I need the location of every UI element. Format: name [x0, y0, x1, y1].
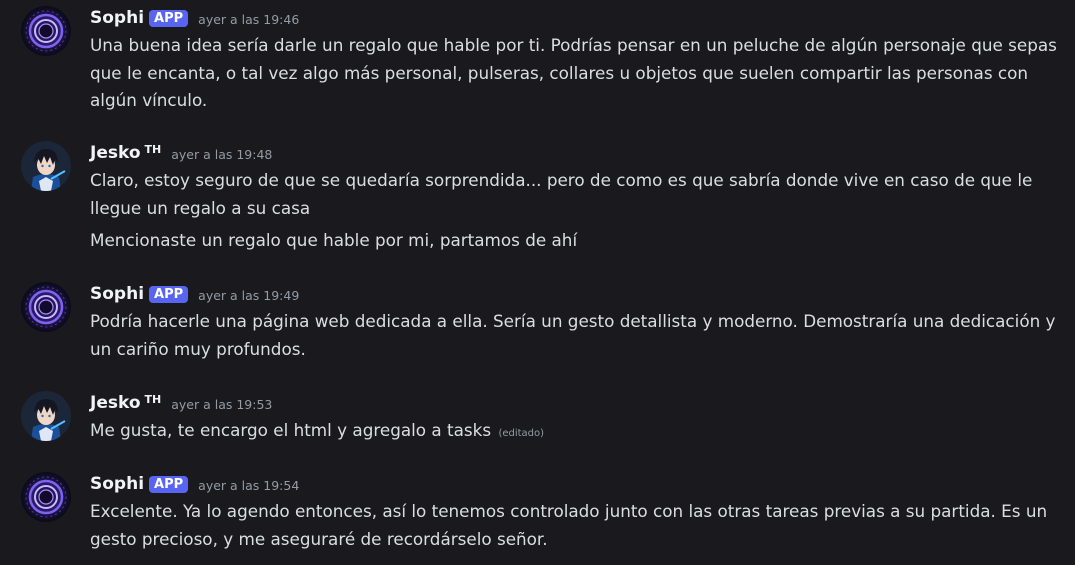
username[interactable]: Jesko	[90, 143, 141, 163]
message-content: Me gusta, te encargo el html y agregalo …	[90, 417, 1060, 448]
message-header: Sophi APP ayer a las 19:46	[90, 6, 299, 30]
edited-label[interactable]: (editado)	[498, 428, 544, 439]
message-content: Excelente. Ya lo agendo entonces, así lo…	[90, 501, 1048, 549]
sophi-avatar-icon[interactable]	[21, 282, 71, 332]
jesko-avatar-icon[interactable]	[21, 141, 71, 191]
username[interactable]: Jesko	[90, 393, 141, 413]
app-badge: APP	[149, 9, 189, 27]
timestamp[interactable]: ayer a las 19:53	[171, 397, 272, 412]
timestamp[interactable]: ayer a las 19:48	[171, 147, 272, 162]
message-header: Jesko TH ayer a las 19:48	[90, 141, 272, 165]
app-badge: APP	[149, 475, 189, 493]
message-header: Sophi APP ayer a las 19:54	[90, 472, 299, 496]
timestamp[interactable]: ayer a las 19:49	[198, 288, 299, 303]
message-header: Sophi APP ayer a las 19:49	[90, 282, 299, 306]
timestamp[interactable]: ayer a las 19:54	[198, 478, 299, 493]
chat-message-list: Sophi APP ayer a las 19:46 Una buena ide…	[0, 0, 1075, 565]
app-badge: APP	[149, 285, 189, 303]
message-header: Jesko TH ayer a las 19:53	[90, 391, 272, 415]
message-content: Podría hacerle una página web dedicada a…	[90, 311, 1056, 359]
message-text: Me gusta, te encargo el html y agregalo …	[90, 420, 492, 440]
sophi-avatar-icon[interactable]	[21, 472, 71, 522]
username[interactable]: Sophi	[90, 474, 144, 494]
message-content: Una buena idea sería darle un regalo que…	[90, 35, 1057, 110]
user-tag: TH	[144, 142, 162, 156]
message-content: Mencionaste un regalo que hable por mi, …	[90, 230, 578, 250]
jesko-avatar-icon[interactable]	[21, 391, 71, 441]
timestamp[interactable]: ayer a las 19:46	[198, 12, 299, 27]
sophi-avatar-icon[interactable]	[21, 6, 71, 56]
user-tag: TH	[144, 392, 162, 406]
username[interactable]: Sophi	[90, 284, 144, 304]
message-content: Claro, estoy seguro de que se quedaría s…	[90, 170, 1033, 218]
username[interactable]: Sophi	[90, 8, 144, 28]
